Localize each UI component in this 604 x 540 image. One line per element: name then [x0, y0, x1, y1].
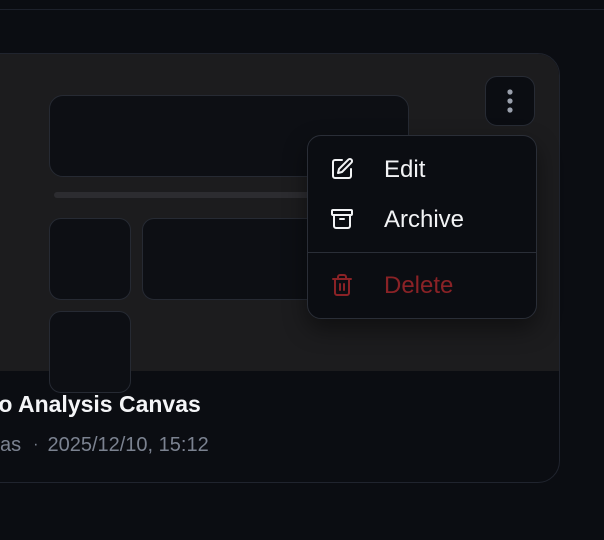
trash-icon: [332, 274, 352, 296]
menu-separator: [308, 252, 536, 253]
more-options-button[interactable]: [485, 76, 535, 126]
menu-item-label: Edit: [384, 156, 426, 183]
top-divider: [0, 9, 604, 10]
menu-item-edit[interactable]: Edit: [308, 144, 536, 194]
menu-item-label: Archive: [384, 206, 465, 233]
menu-item-delete[interactable]: Delete: [308, 260, 536, 310]
context-menu: Edit Archive Delete: [307, 135, 537, 319]
archive-icon: [331, 209, 353, 229]
page: io Analysis Canvas vas · 2025/12/10, 15:12…: [0, 0, 604, 540]
preview-tile: [49, 218, 131, 300]
card-meta: vas · 2025/12/10, 15:12: [0, 434, 209, 457]
pencil-icon: [332, 158, 353, 179]
menu-item-archive[interactable]: Archive: [308, 194, 536, 244]
card-title: io Analysis Canvas: [0, 391, 201, 417]
card-type-label: vas: [0, 434, 22, 456]
more-vertical-icon: [507, 89, 513, 113]
card-timestamp: 2025/12/10, 15:12: [47, 434, 209, 456]
menu-item-label: Delete: [384, 272, 454, 299]
meta-separator: ·: [33, 436, 39, 453]
preview-tile: [49, 311, 131, 393]
